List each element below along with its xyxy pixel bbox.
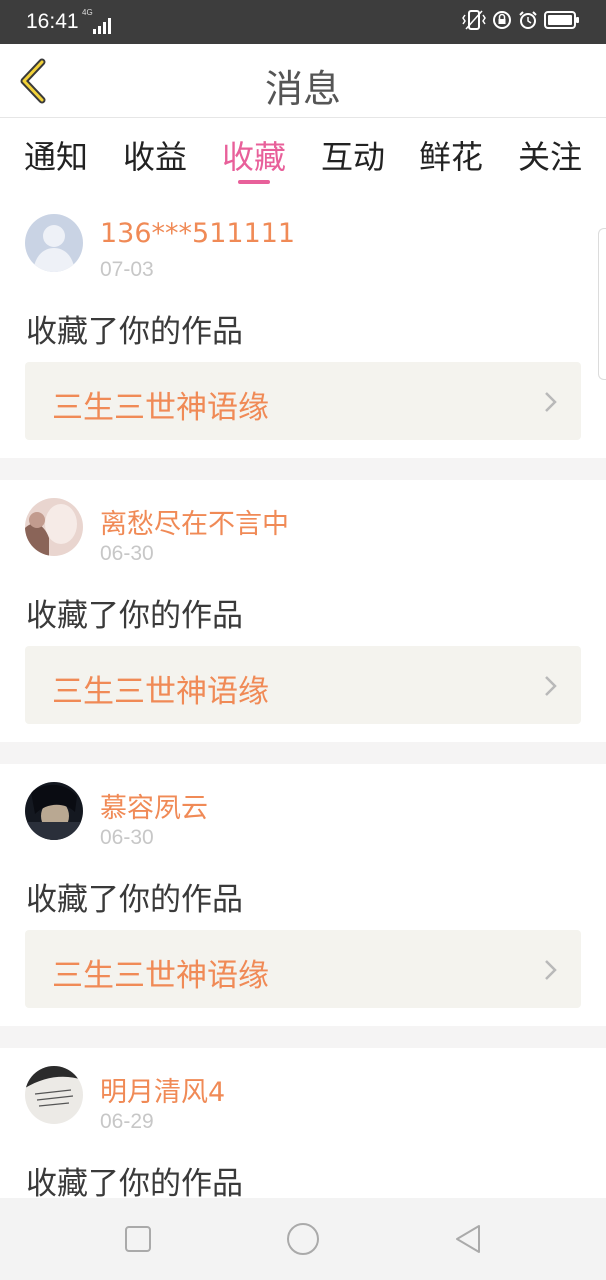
message-date: 07-03 (100, 258, 154, 281)
default-avatar-icon[interactable] (25, 214, 83, 272)
message-date: 06-30 (100, 542, 154, 565)
work-link[interactable]: 三生三世神语缘 (25, 362, 581, 440)
action-text: 收藏了你的作品 (26, 598, 243, 634)
work-link[interactable]: 三生三世神语缘 (25, 930, 581, 1008)
scrollbar[interactable] (598, 228, 606, 380)
tab-follows[interactable]: 关注 (510, 132, 590, 178)
work-title: 三生三世神语缘 (52, 958, 269, 994)
action-text: 收藏了你的作品 (26, 314, 243, 350)
user-photo-avatar[interactable] (25, 1066, 83, 1124)
list-item: 明月清风4 06-29 收藏了你的作品 (0, 1048, 606, 1198)
tab-flowers[interactable]: 鲜花 (411, 132, 491, 178)
username[interactable]: 慕容夙云 (100, 786, 208, 825)
alarm-icon (519, 11, 537, 29)
chevron-right-icon (545, 392, 557, 412)
signal-icon (93, 18, 111, 34)
battery-icon (544, 11, 579, 29)
tab-bar: 通知 收益 收藏 互动 鲜花 关注 (0, 118, 606, 196)
chevron-right-icon (545, 960, 557, 980)
user-photo-avatar[interactable] (25, 498, 83, 556)
message-date: 06-30 (100, 826, 154, 849)
username[interactable]: 明月清风4 (100, 1070, 225, 1109)
divider (0, 1026, 606, 1048)
system-nav-bar (0, 1198, 606, 1280)
username[interactable]: 136***511111 (100, 218, 295, 249)
status-bar: 16:41 4G (0, 0, 606, 44)
list-item: 离愁尽在不言中 06-30 收藏了你的作品 三生三世神语缘 (0, 480, 606, 742)
work-title: 三生三世神语缘 (52, 674, 269, 710)
list-item: 136***511111 07-03 收藏了你的作品 三生三世神语缘 (0, 196, 606, 458)
tab-favorites[interactable]: 收藏 (214, 132, 294, 178)
active-tab-indicator (238, 180, 270, 184)
message-date: 06-29 (100, 1110, 154, 1133)
status-icons (462, 9, 580, 31)
divider (0, 458, 606, 480)
message-list[interactable]: 136***511111 07-03 收藏了你的作品 三生三世神语缘 离愁尽在不… (0, 196, 606, 1198)
tab-notifications[interactable]: 通知 (16, 132, 96, 178)
user-photo-avatar[interactable] (25, 782, 83, 840)
divider (0, 742, 606, 764)
recents-square-icon[interactable] (121, 1222, 155, 1256)
action-text: 收藏了你的作品 (26, 882, 243, 918)
work-link[interactable]: 三生三世神语缘 (25, 646, 581, 724)
work-title: 三生三世神语缘 (52, 390, 269, 426)
title-bar: 消息 (0, 44, 606, 118)
tab-interactions[interactable]: 互动 (313, 132, 393, 178)
chevron-right-icon (545, 676, 557, 696)
network-type: 4G (82, 8, 93, 17)
page-title: 消息 (264, 67, 341, 111)
tab-earnings[interactable]: 收益 (115, 132, 195, 178)
list-item: 慕容夙云 06-30 收藏了你的作品 三生三世神语缘 (0, 764, 606, 1026)
username[interactable]: 离愁尽在不言中 (100, 502, 289, 541)
vibrate-icon (462, 10, 486, 30)
lock-rotation-icon (493, 11, 511, 29)
home-circle-icon[interactable] (286, 1222, 320, 1256)
action-text: 收藏了你的作品 (26, 1166, 243, 1198)
status-time: 16:41 (26, 10, 79, 33)
back-triangle-icon[interactable] (451, 1222, 485, 1256)
